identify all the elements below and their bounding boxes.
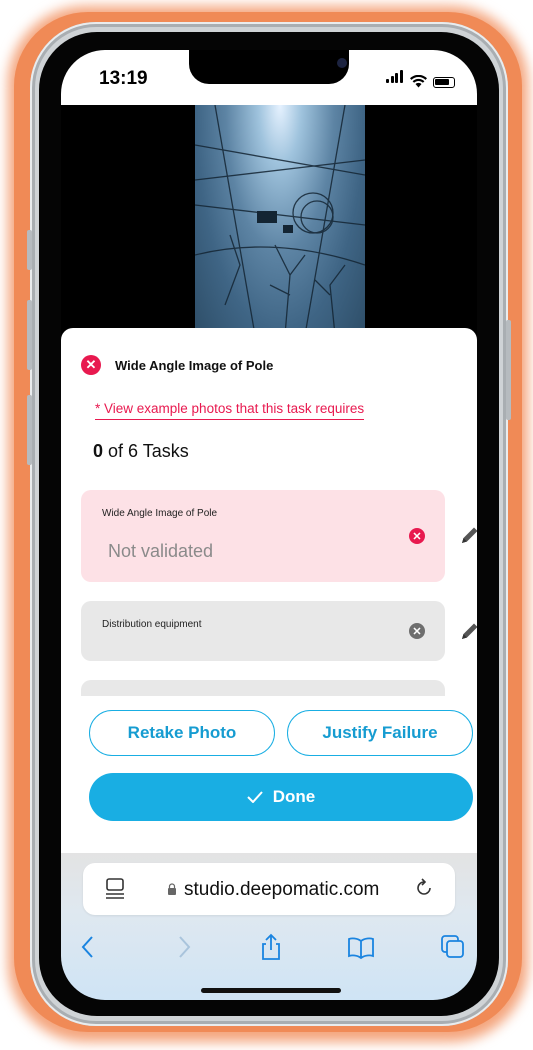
notch bbox=[189, 50, 349, 84]
lock-icon bbox=[168, 883, 176, 895]
share-icon[interactable] bbox=[257, 933, 285, 961]
task-progress: 0 of 6 Tasks bbox=[93, 441, 189, 462]
close-icon[interactable]: ✕ bbox=[81, 355, 101, 375]
back-icon[interactable] bbox=[75, 933, 103, 961]
task-label: Wide Angle Image of Pole bbox=[102, 508, 218, 519]
status-bar: 13:19 bbox=[61, 50, 477, 105]
page-settings-icon[interactable] bbox=[105, 877, 125, 901]
clear-icon: ✕ bbox=[409, 623, 425, 639]
task-card-partial bbox=[81, 680, 445, 696]
task-sheet: ✕ Wide Angle Image of Pole * View exampl… bbox=[61, 328, 477, 858]
check-icon bbox=[247, 791, 263, 803]
status-icons bbox=[386, 70, 455, 88]
pencil-icon[interactable] bbox=[459, 620, 477, 642]
action-row: Retake Photo Justify Failure bbox=[89, 710, 473, 756]
tasks-total-label: of 6 Tasks bbox=[103, 441, 189, 461]
url-text: studio.deepomatic.com bbox=[184, 879, 380, 900]
forward-icon[interactable] bbox=[169, 933, 197, 961]
safari-bottom-bar: studio.deepomatic.com bbox=[61, 853, 477, 1000]
phone-screen: 13:19 ✕ Wide Angle Image of Pole * View … bbox=[61, 50, 477, 1000]
task-status: Not validated bbox=[108, 541, 214, 561]
browser-toolbar bbox=[61, 929, 477, 969]
sheet-title: Wide Angle Image of Pole bbox=[115, 357, 274, 373]
reload-icon[interactable] bbox=[413, 877, 435, 899]
sheet-header: ✕ Wide Angle Image of Pole bbox=[81, 355, 273, 375]
side-button-volume-down bbox=[27, 395, 32, 465]
captured-photo-area bbox=[61, 105, 477, 335]
battery-icon bbox=[433, 77, 455, 88]
example-photos-link[interactable]: * View example photos that this task req… bbox=[95, 401, 365, 420]
side-button-power bbox=[506, 320, 511, 420]
task-label: Distribution equipment bbox=[102, 619, 202, 630]
error-icon: ✕ bbox=[409, 528, 425, 544]
side-button-volume-up bbox=[27, 300, 32, 370]
retake-photo-button[interactable]: Retake Photo bbox=[89, 710, 275, 756]
captured-photo bbox=[195, 105, 365, 335]
address-bar[interactable]: studio.deepomatic.com bbox=[83, 863, 455, 915]
side-button-silent bbox=[27, 230, 32, 270]
signal-icon bbox=[386, 70, 404, 88]
done-button[interactable]: Done bbox=[89, 773, 473, 821]
camera-icon bbox=[337, 58, 347, 68]
wifi-icon bbox=[410, 75, 427, 88]
bookmarks-icon[interactable] bbox=[347, 933, 375, 961]
task-card-wide-angle[interactable]: Wide Angle Image of Pole Not validated ✕ bbox=[81, 490, 445, 582]
pencil-icon[interactable] bbox=[459, 524, 477, 546]
justify-failure-button[interactable]: Justify Failure bbox=[287, 710, 473, 756]
tasks-done-count: 0 bbox=[93, 441, 104, 461]
home-indicator bbox=[201, 988, 341, 993]
tabs-icon[interactable] bbox=[439, 933, 467, 961]
done-label: Done bbox=[272, 787, 316, 806]
status-time: 13:19 bbox=[99, 68, 148, 89]
task-card-distribution[interactable]: Distribution equipment ✕ bbox=[81, 601, 445, 661]
